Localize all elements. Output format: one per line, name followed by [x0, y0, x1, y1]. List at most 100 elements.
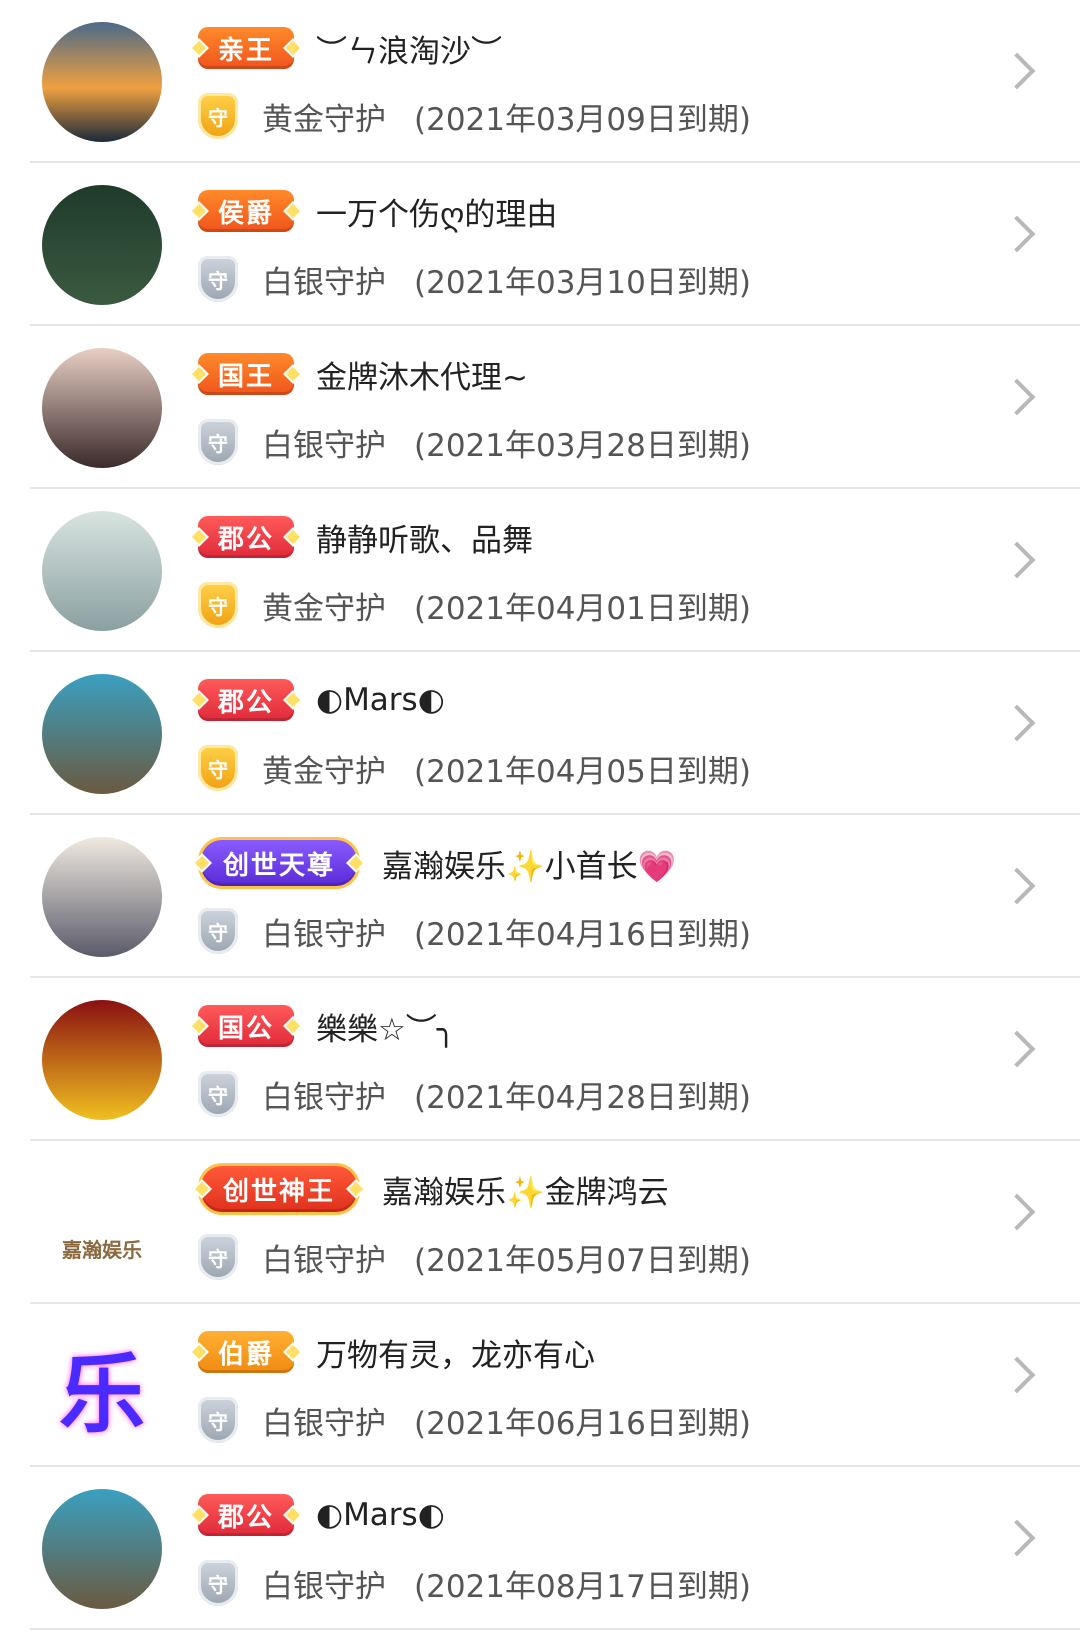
avatar-glyph: [42, 837, 162, 957]
avatar[interactable]: 乐: [42, 1326, 162, 1446]
guard-info-row: 守 黄金守护 (2021年04月05日到期): [198, 740, 751, 796]
expiry-date: (2021年03月10日到期): [414, 264, 751, 301]
expiry-date: (2021年04月16日到期): [414, 916, 751, 953]
rank-badge: 国王: [198, 353, 295, 395]
title-row: 国公 樂樂☆︶╮: [198, 996, 455, 1056]
expiry-date: (2021年03月09日到期): [414, 101, 751, 138]
guard-shield-icon: 守: [198, 745, 238, 791]
nickname: 万物有灵，龙亦有心: [316, 1337, 596, 1374]
avatar[interactable]: [42, 1000, 162, 1120]
guard-type-label: 白银守护: [262, 1079, 386, 1116]
guard-shield-icon: 守: [198, 419, 238, 465]
guard-list-item[interactable]: 郡公 静静听歌、品舞 守 黄金守护 (2021年04月01日到期): [30, 489, 1080, 652]
rank-badge: 国公: [198, 1005, 295, 1047]
guard-info-row: 守 白银守护 (2021年04月16日到期): [198, 903, 751, 959]
expiry-date: (2021年03月28日到期): [414, 427, 751, 464]
avatar[interactable]: [42, 837, 162, 957]
nickname: 嘉瀚娱乐✨小首长💗: [382, 848, 677, 885]
avatar-glyph: 乐: [59, 1344, 145, 1445]
avatar-glyph: [42, 1000, 162, 1120]
guard-shield-icon: 守: [198, 256, 238, 302]
guard-list: 亲王 ︶ㄣ浪淘沙︶ 守 黄金守护 (2021年03月09日到期) 侯爵 一万个伤…: [0, 0, 1080, 1630]
chevron-right-icon[interactable]: [998, 1030, 1036, 1068]
avatar-glyph: [42, 674, 162, 794]
title-row: 创世神王 嘉瀚娱乐✨金牌鸿云: [198, 1159, 669, 1219]
guard-type-label: 黄金守护: [262, 590, 386, 627]
avatar-glyph: [42, 185, 162, 305]
chevron-right-icon[interactable]: [998, 52, 1036, 90]
rank-badge: 创世神王: [198, 1163, 361, 1215]
guard-type-label: 白银守护: [262, 1242, 386, 1279]
title-row: 伯爵 万物有灵，龙亦有心: [198, 1322, 595, 1382]
rank-badge: 侯爵: [198, 190, 295, 232]
guard-info-row: 守 白银守护 (2021年04月28日到期): [198, 1066, 751, 1122]
avatar[interactable]: [42, 22, 162, 142]
avatar-glyph: [42, 511, 162, 631]
guard-info-row: 守 白银守护 (2021年06月16日到期): [198, 1392, 751, 1448]
chevron-right-icon[interactable]: [998, 1356, 1036, 1394]
guard-list-item[interactable]: 亲王 ︶ㄣ浪淘沙︶ 守 黄金守护 (2021年03月09日到期): [30, 0, 1080, 163]
title-row: 国王 金牌沐木代理~: [198, 344, 528, 404]
guard-list-item[interactable]: 乐 伯爵 万物有灵，龙亦有心 守 白银守护 (2021年06月16日到期): [30, 1304, 1080, 1467]
expiry-date: (2021年04月28日到期): [414, 1079, 751, 1116]
guard-shield-icon: 守: [198, 908, 238, 954]
title-row: 亲王 ︶ㄣ浪淘沙︶: [198, 18, 502, 78]
nickname: 樂樂☆︶╮: [316, 1011, 456, 1048]
avatar[interactable]: [42, 511, 162, 631]
chevron-right-icon[interactable]: [998, 378, 1036, 416]
avatar[interactable]: [42, 348, 162, 468]
guard-shield-icon: 守: [198, 1560, 238, 1606]
guard-info-row: 守 黄金守护 (2021年03月09日到期): [198, 88, 751, 144]
guard-list-item[interactable]: 国王 金牌沐木代理~ 守 白银守护 (2021年03月28日到期): [30, 326, 1080, 489]
guard-type-label: 黄金守护: [262, 753, 386, 790]
expiry-date: (2021年04月05日到期): [414, 753, 751, 790]
nickname: ◐Mars◐: [316, 682, 445, 718]
guard-list-item[interactable]: 国公 樂樂☆︶╮ 守 白银守护 (2021年04月28日到期): [30, 978, 1080, 1141]
expiry-date: (2021年08月17日到期): [414, 1568, 751, 1605]
guard-type-label: 白银守护: [262, 264, 386, 301]
title-row: 侯爵 一万个伤ღ的理由: [198, 181, 557, 241]
nickname: 一万个伤ღ的理由: [316, 196, 558, 233]
rank-badge: 郡公: [198, 679, 295, 721]
expiry-date: (2021年04月01日到期): [414, 590, 751, 627]
chevron-right-icon[interactable]: [998, 215, 1036, 253]
guard-list-item[interactable]: 创世天尊 嘉瀚娱乐✨小首长💗 守 白银守护 (2021年04月16日到期): [30, 815, 1080, 978]
chevron-right-icon[interactable]: [998, 1193, 1036, 1231]
guard-type-label: 白银守护: [262, 427, 386, 464]
guard-shield-icon: 守: [198, 1071, 238, 1117]
avatar[interactable]: [42, 185, 162, 305]
chevron-right-icon[interactable]: [998, 1519, 1036, 1557]
title-row: 郡公 ◐Mars◐: [198, 670, 445, 730]
guard-shield-icon: 守: [198, 582, 238, 628]
guard-shield-icon: 守: [198, 1234, 238, 1280]
chevron-right-icon[interactable]: [998, 867, 1036, 905]
guard-list-item[interactable]: 嘉瀚娱乐 创世神王 嘉瀚娱乐✨金牌鸿云 守 白银守护 (2021年05月07日到…: [30, 1141, 1080, 1304]
guard-list-item[interactable]: 侯爵 一万个伤ღ的理由 守 白银守护 (2021年03月10日到期): [30, 163, 1080, 326]
avatar[interactable]: 嘉瀚娱乐: [42, 1163, 162, 1283]
guard-info-row: 守 白银守护 (2021年05月07日到期): [198, 1229, 751, 1285]
chevron-right-icon[interactable]: [998, 704, 1036, 742]
guard-type-label: 白银守护: [262, 916, 386, 953]
nickname: 静静听歌、品舞: [316, 522, 534, 559]
nickname: ◐Mars◐: [316, 1497, 445, 1533]
avatar[interactable]: [42, 674, 162, 794]
nickname: ︶ㄣ浪淘沙︶: [316, 33, 503, 70]
rank-badge: 郡公: [198, 516, 295, 558]
nickname: 嘉瀚娱乐✨金牌鸿云: [382, 1174, 669, 1211]
guard-shield-icon: 守: [198, 93, 238, 139]
avatar[interactable]: [42, 1489, 162, 1609]
guard-info-row: 守 白银守护 (2021年08月17日到期): [198, 1555, 751, 1611]
guard-info-row: 守 白银守护 (2021年03月28日到期): [198, 414, 751, 470]
guard-info-row: 守 黄金守护 (2021年04月01日到期): [198, 577, 751, 633]
title-row: 创世天尊 嘉瀚娱乐✨小首长💗: [198, 833, 676, 893]
guard-list-item[interactable]: 郡公 ◐Mars◐ 守 黄金守护 (2021年04月05日到期): [30, 652, 1080, 815]
nickname: 金牌沐木代理~: [316, 359, 528, 396]
guard-list-item[interactable]: 郡公 ◐Mars◐ 守 白银守护 (2021年08月17日到期): [30, 1467, 1080, 1630]
rank-badge: 创世天尊: [198, 837, 361, 889]
avatar-glyph: [42, 1489, 162, 1609]
expiry-date: (2021年05月07日到期): [414, 1242, 751, 1279]
chevron-right-icon[interactable]: [998, 541, 1036, 579]
expiry-date: (2021年06月16日到期): [414, 1405, 751, 1442]
rank-badge: 伯爵: [198, 1331, 295, 1373]
guard-shield-icon: 守: [198, 1397, 238, 1443]
